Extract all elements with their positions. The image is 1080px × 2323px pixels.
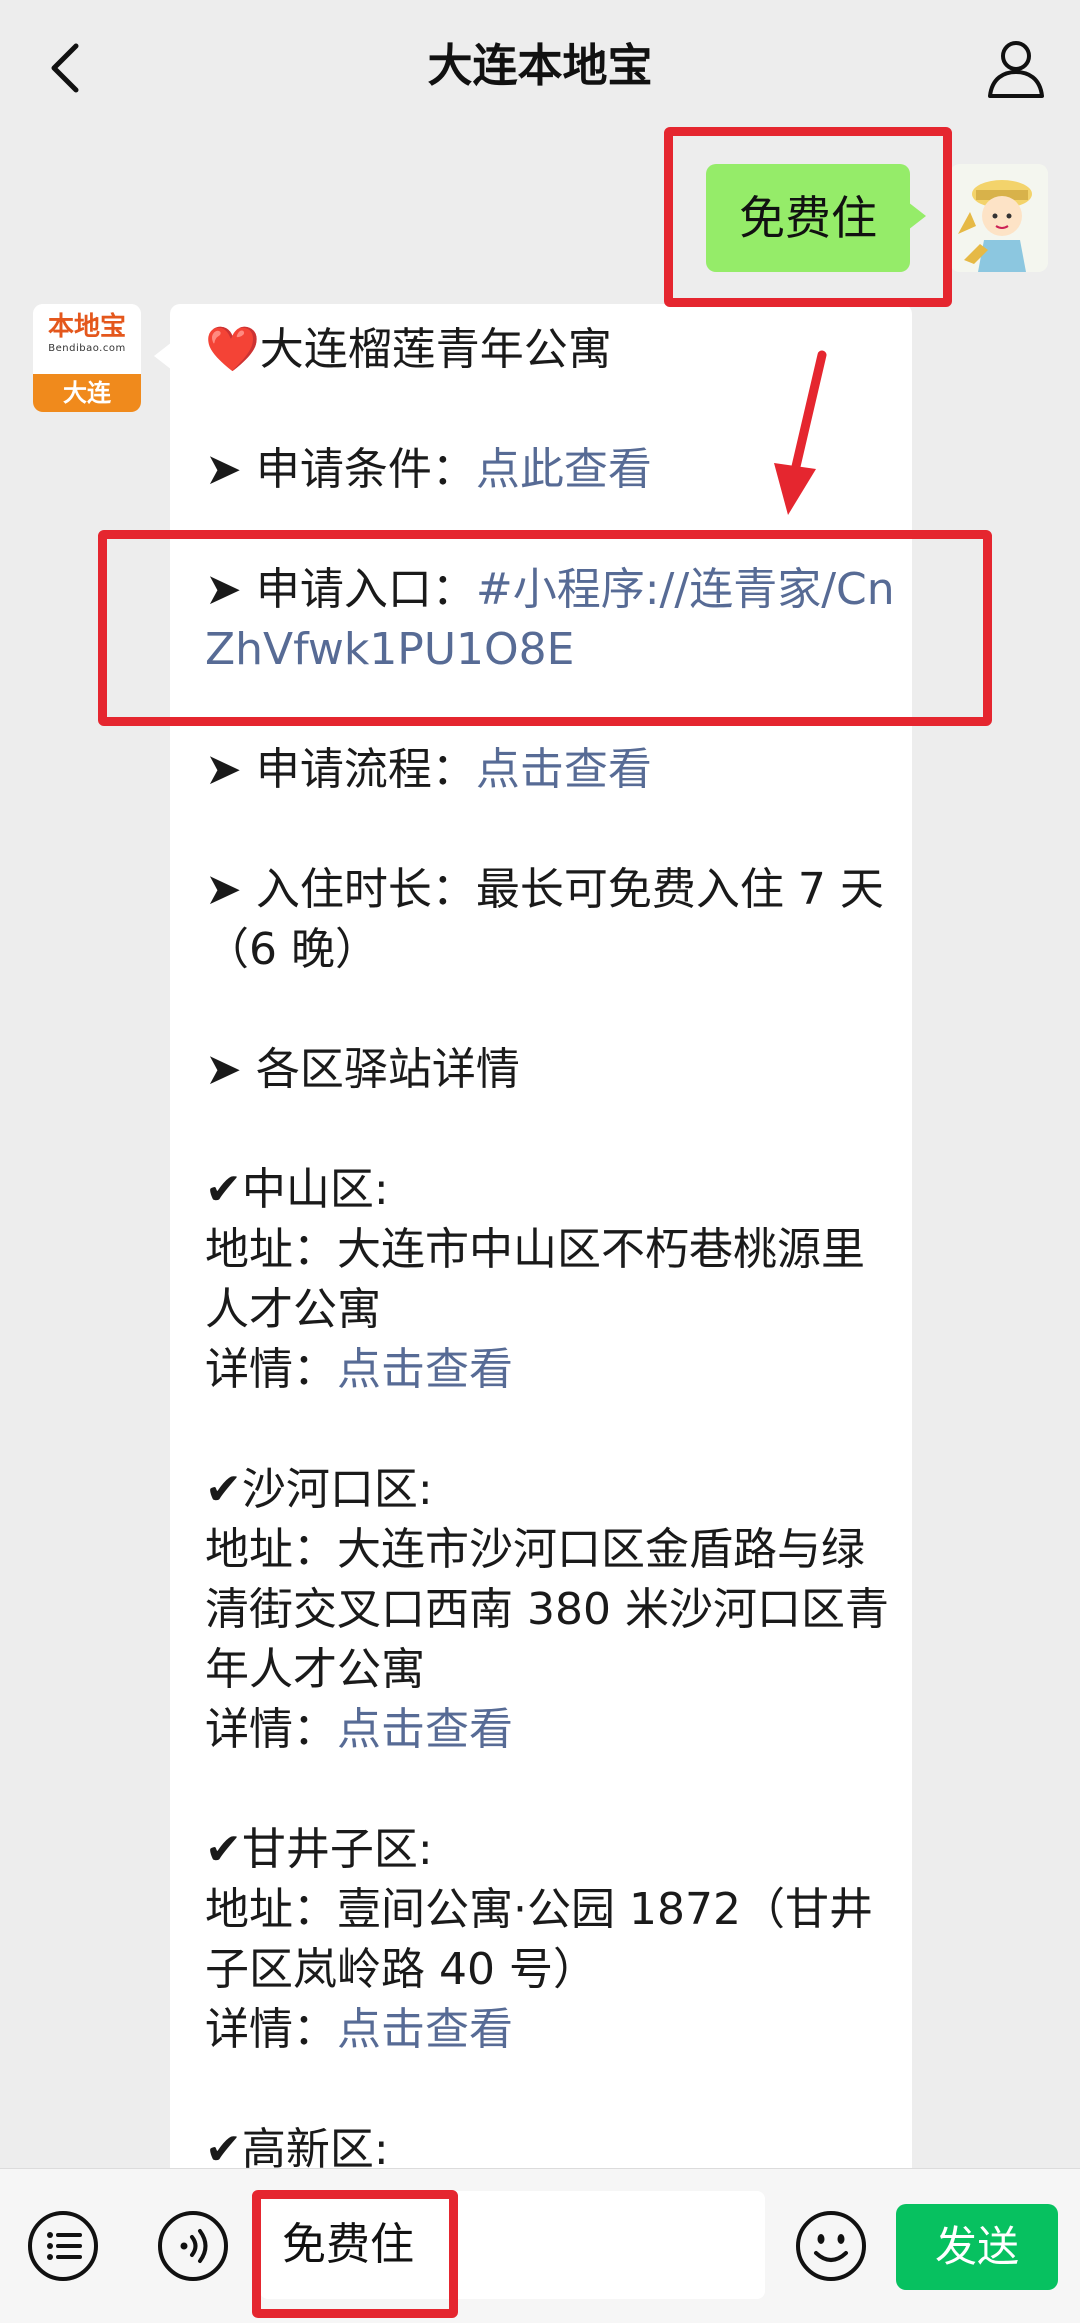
annotation-arrow-icon: [774, 350, 827, 515]
cartoon-avatar-icon: [950, 164, 1048, 272]
chat-input-bar: 免费住 发送: [0, 2168, 1080, 2323]
zhongshan-title: ✔中山区:: [205, 1164, 389, 1215]
shahekou-address: 地址：大连市沙河口区金盾路与绿清街交叉口西南 380 米沙河口区青年人才公寓: [205, 1524, 889, 1695]
ganjingzi-title: ✔甘井子区:: [205, 1824, 433, 1875]
annotation-box-input: [252, 2190, 458, 2318]
user-avatar[interactable]: [950, 164, 1048, 272]
apply-condition-link[interactable]: 点此查看: [476, 444, 652, 495]
apply-flow-link[interactable]: 点击查看: [476, 744, 652, 795]
zhongshan-detail-line: 详情：点击查看: [205, 1340, 895, 1400]
avatar-city-label: 大连: [33, 374, 141, 412]
send-button[interactable]: 发送: [896, 2204, 1058, 2290]
apply-flow-label: ➤ 申请流程：: [205, 744, 476, 795]
detail-label: 详情：: [205, 1344, 337, 1395]
detail-label: 详情：: [205, 1704, 337, 1755]
ganjingzi-detail-link[interactable]: 点击查看: [337, 2004, 513, 2055]
shahekou-detail-link[interactable]: 点击查看: [337, 1704, 513, 1755]
shahekou-title: ✔沙河口区:: [205, 1464, 433, 1515]
ganjingzi-detail-line: 详情：点击查看: [205, 2000, 895, 2060]
official-account-avatar[interactable]: 本地宝 Bendibao.com 大连: [33, 304, 141, 412]
annotation-box-user-message: [664, 127, 952, 307]
stations-heading: ➤ 各区驿站详情: [205, 1044, 520, 1095]
annotation-box-apply-entry: [98, 530, 992, 726]
zhongshan-address: 地址：大连市中山区不朽巷桃源里人才公寓: [205, 1224, 865, 1335]
avatar-logo-subtext: Bendibao.com: [48, 343, 126, 354]
emoji-icon[interactable]: [794, 2209, 868, 2283]
chat-header: 大连本地宝: [0, 0, 1080, 135]
detail-label: 详情：: [205, 2004, 337, 2055]
ganjingzi-address: 地址：壹间公寓·公园 1872（甘井子区岚岭路 40 号）: [205, 1884, 873, 1995]
voice-input-icon[interactable]: [156, 2209, 230, 2283]
chat-title: 大连本地宝: [427, 39, 653, 92]
avatar-logo-text: 本地宝: [47, 311, 126, 341]
menu-list-icon[interactable]: [26, 2209, 100, 2283]
profile-icon[interactable]: [984, 36, 1048, 100]
stay-duration-line: ➤ 入住时长：最长可免费入住 7 天（6 晚）: [205, 864, 884, 975]
zhongshan-detail-link[interactable]: 点击查看: [337, 1344, 513, 1395]
shahekou-detail-line: 详情：点击查看: [205, 1700, 895, 1760]
apply-flow-line: ➤ 申请流程：点击查看: [205, 740, 895, 800]
apply-condition-label: ➤ 申请条件：: [205, 444, 476, 495]
